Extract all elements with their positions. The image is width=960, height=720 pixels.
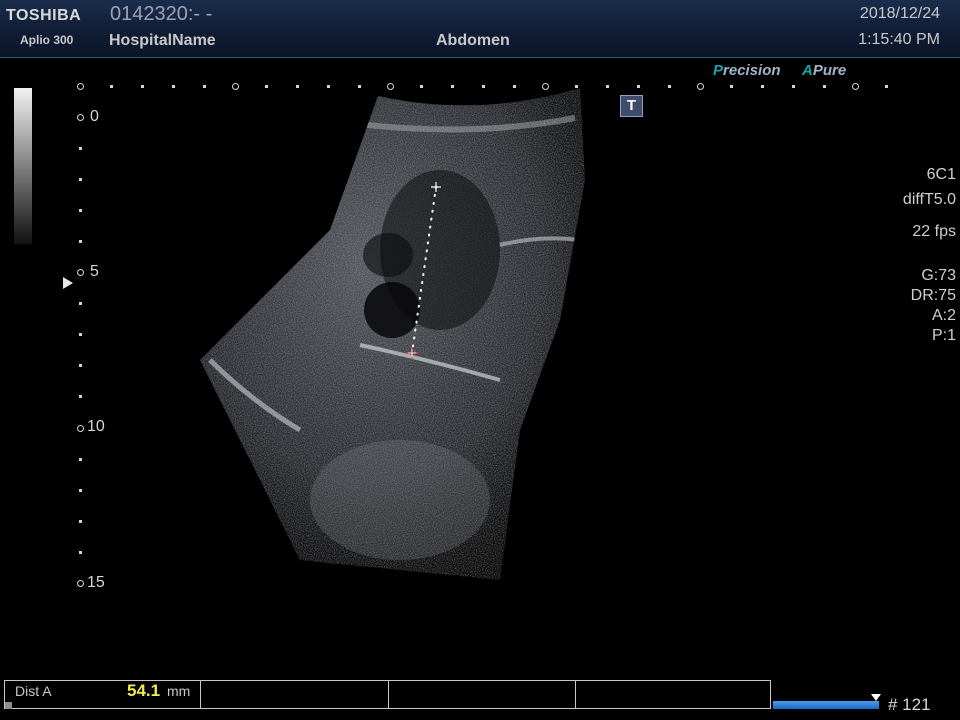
- exam-type: Abdomen: [436, 32, 510, 49]
- depth-label-10: 10: [87, 418, 105, 435]
- measurement-cell[interactable]: Dist A 54.1 mm: [5, 681, 202, 708]
- scale-minor-tick: [327, 85, 330, 88]
- depth-minor-tick: [79, 178, 82, 182]
- measurement-cell-empty[interactable]: [389, 681, 576, 708]
- apure-badge: APure: [802, 62, 847, 79]
- depth-minor-tick: [79, 333, 82, 337]
- measurement-cell-empty[interactable]: [201, 681, 389, 708]
- header-bar: TOSHIBA Aplio 300 0142320:- - HospitalNa…: [0, 0, 960, 58]
- corner-indicator: [5, 702, 12, 709]
- measurement-value: 54.1: [127, 681, 161, 700]
- scale-minor-tick: [420, 85, 423, 88]
- scale-minor-tick: [482, 85, 485, 88]
- depth-minor-tick: [79, 457, 82, 461]
- t-icon[interactable]: T: [620, 95, 643, 117]
- precision-badge: Precision: [713, 62, 781, 79]
- cine-progress-bar[interactable]: [773, 701, 879, 709]
- scale-minor-tick: [761, 85, 764, 88]
- depth-label-15: 15: [87, 574, 105, 591]
- depth-minor-tick: [79, 302, 82, 306]
- scale-minor-tick: [110, 85, 113, 88]
- cine-marker-icon[interactable]: [871, 694, 881, 701]
- scale-minor-tick: [885, 85, 888, 88]
- depth-minor-tick: [79, 147, 82, 151]
- patient-id: 0142320:- -: [110, 3, 213, 25]
- exam-time: 1:15:40 PM: [858, 31, 940, 48]
- frame-rate: 22 fps: [912, 223, 956, 240]
- exam-date: 2018/12/24: [859, 5, 940, 22]
- measurement-cell-empty[interactable]: [576, 681, 770, 708]
- frame-number: # 121: [888, 695, 931, 714]
- scale-minor-tick: [451, 85, 454, 88]
- a-value: A:2: [931, 307, 956, 324]
- scale-minor-tick: [265, 85, 268, 88]
- ultrasound-image: [200, 88, 585, 580]
- depth-minor-tick: [79, 550, 82, 554]
- p-value: P:1: [931, 327, 956, 344]
- imaging-mode: diffT5.0: [902, 191, 956, 208]
- dynamic-range-value: DR:75: [910, 287, 956, 304]
- depth-minor-tick: [79, 364, 82, 368]
- depth-minor-tick: [79, 395, 82, 399]
- scale-minor-tick: [358, 85, 361, 88]
- depth-label-0: 0: [90, 108, 99, 125]
- depth-label-5: 5: [90, 263, 99, 280]
- scale-minor-tick: [141, 85, 144, 88]
- scale-minor-tick: [792, 85, 795, 88]
- scale-minor-tick: [606, 85, 609, 88]
- model-name: Aplio 300: [20, 33, 74, 47]
- scale-minor-tick: [172, 85, 175, 88]
- scale-minor-tick: [513, 85, 516, 88]
- measurement-table: Dist A 54.1 mm: [4, 680, 771, 709]
- scale-minor-tick: [575, 85, 578, 88]
- scale-minor-tick: [668, 85, 671, 88]
- gain-value: G:73: [921, 267, 956, 284]
- grayscale-bar: [14, 88, 32, 244]
- scale-minor-tick: [296, 85, 299, 88]
- measurement-label: Dist A: [15, 683, 52, 699]
- scale-minor-tick: [823, 85, 826, 88]
- depth-minor-tick: [79, 209, 82, 213]
- measurement-unit: mm: [167, 683, 191, 699]
- scale-minor-tick: [637, 85, 640, 88]
- probe-name: 6C1: [926, 166, 956, 183]
- scale-minor-tick: [203, 85, 206, 88]
- depth-minor-tick: [79, 488, 82, 492]
- depth-minor-tick: [79, 519, 82, 523]
- hospital-name: HospitalName: [109, 32, 216, 49]
- depth-minor-tick: [79, 240, 82, 244]
- scale-minor-tick: [730, 85, 733, 88]
- brand-logo: TOSHIBA: [6, 7, 82, 24]
- focus-marker-icon[interactable]: [63, 277, 73, 289]
